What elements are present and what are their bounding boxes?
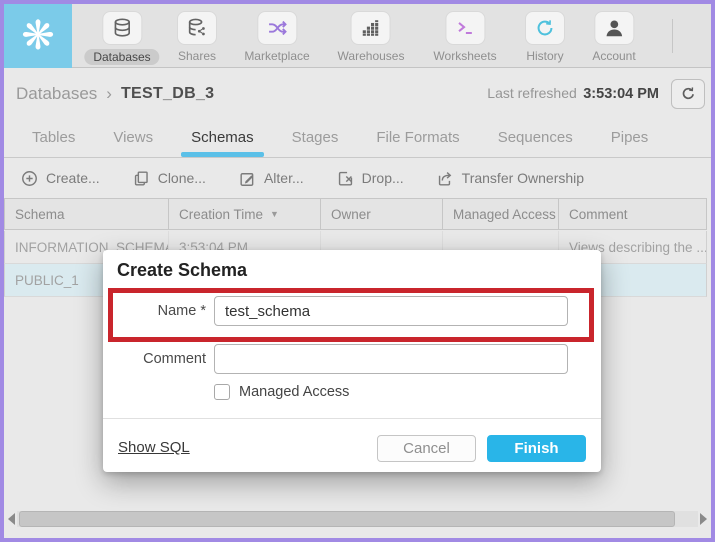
last-refreshed-time: 3:53:04 PM bbox=[583, 86, 659, 102]
transfer-ownership-button[interactable]: Transfer Ownership bbox=[436, 169, 584, 188]
breadcrumb: Databases › TEST_DB_3 bbox=[16, 84, 214, 104]
nav-label: Account bbox=[592, 49, 635, 63]
snowflake-logo[interactable]: ❋ bbox=[4, 4, 72, 68]
name-field-label: Name * bbox=[103, 303, 206, 319]
tab-stages[interactable]: Stages bbox=[292, 129, 339, 146]
nav-label: Worksheets bbox=[433, 49, 496, 63]
cancel-button[interactable]: Cancel bbox=[377, 435, 476, 462]
create-plus-icon bbox=[20, 169, 39, 188]
comment-input[interactable] bbox=[214, 344, 568, 374]
refresh-button[interactable] bbox=[671, 79, 705, 109]
scroll-right-arrow-icon[interactable] bbox=[700, 513, 707, 525]
nav-item-shares[interactable]: Shares bbox=[177, 11, 217, 63]
tab-schemas[interactable]: Schemas bbox=[191, 129, 254, 146]
tab-views[interactable]: Views bbox=[113, 129, 153, 146]
terminal-icon bbox=[445, 11, 485, 45]
object-tabs: Tables Views Schemas Stages File Formats… bbox=[4, 118, 711, 158]
comment-field-row: Comment bbox=[103, 344, 568, 374]
show-sql-link[interactable]: Show SQL bbox=[118, 439, 190, 456]
comment-field-label: Comment bbox=[103, 351, 206, 367]
sort-desc-icon: ▼ bbox=[270, 209, 279, 219]
managed-access-checkbox[interactable] bbox=[214, 384, 230, 400]
nav-label: Databases bbox=[84, 49, 159, 65]
scroll-left-arrow-icon[interactable] bbox=[8, 513, 15, 525]
managed-access-row: Managed Access bbox=[214, 384, 349, 400]
clone-copy-icon bbox=[132, 169, 151, 188]
dialog-title: Create Schema bbox=[117, 260, 247, 281]
dialog-footer-divider bbox=[103, 418, 601, 419]
schema-table-header: Schema Creation Time ▼ Owner Managed Acc… bbox=[4, 198, 707, 230]
snowflake-icon: ❋ bbox=[21, 16, 55, 56]
nav-label: Warehouses bbox=[338, 49, 405, 63]
scrollbar-thumb[interactable] bbox=[19, 511, 675, 527]
transfer-arrow-icon bbox=[436, 169, 455, 188]
shuffle-icon bbox=[257, 11, 297, 45]
breadcrumb-current-db: TEST_DB_3 bbox=[121, 85, 214, 103]
clone-button[interactable]: Clone... bbox=[132, 169, 206, 188]
name-input[interactable] bbox=[214, 296, 568, 326]
history-icon bbox=[525, 11, 565, 45]
managed-access-label: Managed Access bbox=[239, 384, 349, 400]
nav-item-marketplace[interactable]: Marketplace bbox=[244, 11, 309, 63]
nav-label: History bbox=[526, 49, 563, 63]
warehouse-icon bbox=[351, 11, 391, 45]
column-header-managed-access[interactable]: Managed Access bbox=[443, 199, 559, 229]
drop-button[interactable]: Drop... bbox=[336, 169, 404, 188]
nav-item-history[interactable]: History bbox=[525, 11, 565, 63]
alter-button[interactable]: Alter... bbox=[238, 169, 304, 188]
name-field-row: Name * bbox=[103, 296, 568, 326]
drop-x-icon bbox=[336, 169, 355, 188]
alter-pencil-icon bbox=[238, 169, 257, 188]
tab-tables[interactable]: Tables bbox=[32, 129, 75, 146]
nav-label: Shares bbox=[178, 49, 216, 63]
breadcrumb-separator-icon: › bbox=[106, 84, 112, 104]
create-schema-dialog: Create Schema Name * Comment Managed Acc… bbox=[103, 250, 601, 472]
snowflake-app-window: ❋ Databases bbox=[0, 0, 715, 542]
top-navigation-bar: ❋ Databases bbox=[4, 4, 711, 68]
column-header-owner[interactable]: Owner bbox=[321, 199, 443, 229]
nav-item-databases[interactable]: Databases bbox=[84, 11, 159, 65]
column-header-schema[interactable]: Schema bbox=[5, 199, 169, 229]
create-button[interactable]: Create... bbox=[20, 169, 100, 188]
breadcrumb-databases-link[interactable]: Databases bbox=[16, 84, 97, 104]
account-icon bbox=[594, 11, 634, 45]
refresh-icon bbox=[680, 85, 697, 102]
share-database-icon bbox=[177, 11, 217, 45]
column-header-creation-time[interactable]: Creation Time ▼ bbox=[169, 199, 321, 229]
schema-actions-toolbar: Create... Clone... Alter... bbox=[4, 158, 711, 198]
column-header-comment[interactable]: Comment bbox=[559, 199, 706, 229]
last-refreshed-label: Last refreshed bbox=[487, 85, 577, 101]
nav-item-worksheets[interactable]: Worksheets bbox=[433, 11, 496, 63]
horizontal-scrollbar bbox=[5, 508, 710, 530]
nav-divider bbox=[672, 19, 673, 53]
breadcrumb-bar: Databases › TEST_DB_3 Last refreshed 3:5… bbox=[4, 69, 711, 118]
nav-label: Marketplace bbox=[244, 49, 309, 63]
tab-file-formats[interactable]: File Formats bbox=[376, 129, 459, 146]
database-icon bbox=[102, 11, 142, 45]
finish-button[interactable]: Finish bbox=[487, 435, 586, 462]
tab-pipes[interactable]: Pipes bbox=[611, 129, 649, 146]
tab-sequences[interactable]: Sequences bbox=[498, 129, 573, 146]
last-refreshed-text: Last refreshed 3:53:04 PM bbox=[487, 85, 659, 103]
nav-item-account[interactable]: Account bbox=[592, 11, 635, 63]
nav-item-warehouses[interactable]: Warehouses bbox=[338, 11, 405, 63]
refresh-area: Last refreshed 3:53:04 PM bbox=[487, 79, 705, 109]
